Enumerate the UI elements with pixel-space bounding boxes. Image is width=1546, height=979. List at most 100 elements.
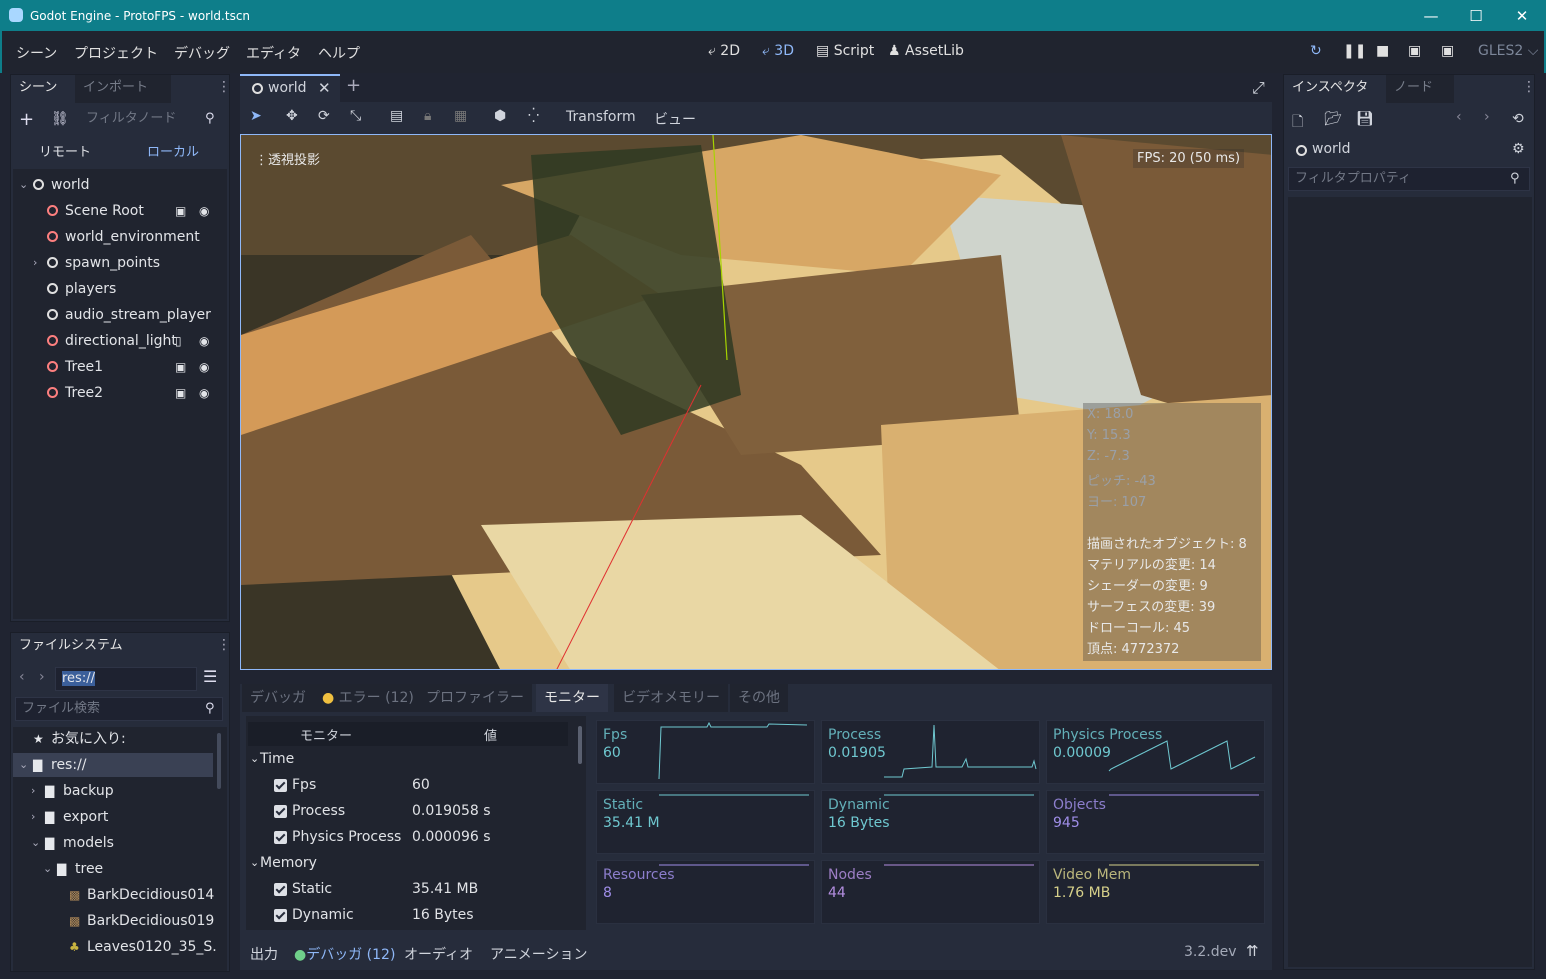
- select-tool-icon[interactable]: ➤: [250, 108, 262, 124]
- tab-scene[interactable]: シーン: [11, 75, 66, 103]
- remote-button[interactable]: リモート: [39, 141, 91, 160]
- scene-icon[interactable]: ▣: [175, 381, 186, 405]
- scene-icon[interactable]: ▣: [175, 199, 186, 223]
- debugger-tab[interactable]: ●デバッガ (12): [294, 944, 395, 964]
- play-button[interactable]: ↻: [1310, 43, 1322, 59]
- visibility-icon[interactable]: ◉: [199, 199, 209, 223]
- list-select-icon[interactable]: ▤: [390, 108, 403, 124]
- distraction-free-icon[interactable]: ⤢: [1252, 78, 1265, 98]
- menu-debug[interactable]: デバッグ: [174, 43, 230, 63]
- monitor-item[interactable]: Fps 60: [246, 772, 576, 798]
- monitor-graph[interactable]: Resources 8: [596, 860, 815, 924]
- scale-tool-icon[interactable]: ⤡: [350, 108, 361, 124]
- view-menu[interactable]: ビュー: [654, 109, 696, 129]
- group-icon[interactable]: ▦: [454, 108, 467, 124]
- scene-icon[interactable]: ▣: [175, 355, 186, 379]
- monitor-item[interactable]: Dynamic 16 Bytes: [246, 902, 576, 928]
- checkbox[interactable]: [274, 909, 287, 922]
- file-item[interactable]: ⌄ ▇ models: [13, 831, 213, 855]
- visibility-icon[interactable]: ◉: [199, 329, 209, 353]
- tree-node[interactable]: Tree2 ▣ ◉: [13, 381, 227, 405]
- file-item[interactable]: ▩ BarkDecidious014: [13, 883, 214, 907]
- monitor-graph[interactable]: Static 35.41 M: [596, 790, 815, 854]
- checkbox[interactable]: [274, 779, 287, 792]
- debugger-tab-item[interactable]: デバッガ: [242, 684, 314, 712]
- debugger-tab-item[interactable]: その他: [730, 684, 788, 712]
- close-window-button[interactable]: ✕: [1499, 0, 1545, 31]
- snap-icon[interactable]: ⁛: [528, 108, 539, 124]
- script-icon[interactable]: ▯: [175, 329, 182, 353]
- workspace-3d-button[interactable]: ⤶ 3D: [762, 43, 794, 59]
- tab-node[interactable]: ノード: [1386, 75, 1454, 103]
- tree-node[interactable]: Tree1 ▣ ◉: [13, 355, 227, 379]
- pause-button[interactable]: ❚❚: [1343, 43, 1366, 59]
- tree-node[interactable]: directional_light ▯ ◉: [13, 329, 227, 353]
- expand-arrow-icon[interactable]: ›: [31, 805, 35, 829]
- dock-menu-icon[interactable]: ⋮: [217, 79, 231, 95]
- file-item[interactable]: ▩ BarkDecidious019: [13, 909, 214, 933]
- debugger-tab-item[interactable]: モニター: [536, 684, 608, 712]
- audio-tab[interactable]: オーディオ: [404, 944, 473, 964]
- expand-arrow-icon[interactable]: ⌄: [250, 850, 259, 876]
- file-search-input[interactable]: ファイル検索: [15, 697, 223, 721]
- new-scene-tab-button[interactable]: +: [346, 75, 361, 96]
- tree-node[interactable]: players: [13, 277, 227, 301]
- filter-properties-input[interactable]: フィルタプロパティ: [1288, 167, 1530, 191]
- maximize-button[interactable]: ☐: [1453, 0, 1499, 31]
- save-icon[interactable]: 💾︎: [1356, 111, 1374, 127]
- monitor-graph[interactable]: Physics Process 0.00009: [1046, 720, 1265, 784]
- monitor-graph[interactable]: Objects 945: [1046, 790, 1265, 854]
- play-scene-button[interactable]: ▣: [1408, 43, 1421, 59]
- animation-tab[interactable]: アニメーション: [490, 944, 587, 964]
- output-tab[interactable]: 出力: [250, 944, 278, 964]
- object-settings-icon[interactable]: ⚙︎: [1512, 141, 1525, 157]
- file-item[interactable]: ★ お気に入り:: [13, 727, 213, 751]
- tree-node[interactable]: Scene Root ▣ ◉: [13, 199, 227, 223]
- expand-arrow-icon[interactable]: ›: [31, 779, 35, 803]
- expand-arrow-icon[interactable]: ⌄: [19, 753, 28, 777]
- expand-arrow-icon[interactable]: ⌄: [31, 831, 40, 855]
- dock-menu-icon[interactable]: ⋮: [217, 637, 231, 653]
- monitor-graph[interactable]: Dynamic 16 Bytes: [821, 790, 1040, 854]
- monitor-item[interactable]: Static 35.41 MB: [246, 876, 576, 902]
- workspace-2d-button[interactable]: ⤶ 2D: [708, 43, 740, 59]
- file-item[interactable]: ⌄ ▇ res://: [13, 753, 213, 777]
- monitor-graph[interactable]: Process 0.01905: [821, 720, 1040, 784]
- menu-help[interactable]: ヘルプ: [318, 43, 360, 63]
- history-forward-icon[interactable]: ›: [1484, 109, 1490, 125]
- tab-inspector[interactable]: インスペクタ: [1284, 75, 1386, 103]
- file-item[interactable]: ♣ Leaves0120_35_S.: [13, 935, 217, 959]
- local-button[interactable]: ローカル: [147, 141, 199, 160]
- back-icon[interactable]: ‹: [19, 669, 25, 685]
- file-tree-scrollbar[interactable]: [217, 733, 221, 789]
- workspace-script-button[interactable]: ▤ Script: [816, 43, 874, 59]
- stop-button[interactable]: ■: [1376, 43, 1389, 59]
- new-resource-icon[interactable]: 🗋︎: [1292, 111, 1303, 135]
- filter-nodes-input[interactable]: フィルタノード: [79, 107, 223, 131]
- monitor-graph[interactable]: Fps 60: [596, 720, 815, 784]
- checkbox[interactable]: [274, 805, 287, 818]
- monitor-scrollbar[interactable]: [578, 726, 582, 764]
- file-item[interactable]: ⌄ ▇ tree: [13, 857, 213, 881]
- file-item[interactable]: › ▇ backup: [13, 779, 213, 803]
- dock-menu-icon[interactable]: ⋮: [1522, 79, 1536, 95]
- monitor-item[interactable]: Physics Process 0.000096 s: [246, 824, 576, 850]
- monitor-graph[interactable]: Nodes 44: [821, 860, 1040, 924]
- expand-arrow-icon[interactable]: ⌄: [43, 857, 52, 881]
- open-folder-icon[interactable]: 📂︎: [1324, 111, 1342, 127]
- menu-editor[interactable]: エディタ: [246, 43, 301, 63]
- minimize-button[interactable]: —: [1408, 0, 1454, 31]
- expand-arrow-icon[interactable]: ›: [33, 251, 37, 275]
- split-view-icon[interactable]: ☰: [203, 667, 217, 686]
- debugger-tab-item[interactable]: ● エラー (12): [314, 684, 422, 712]
- tree-node[interactable]: › spawn_points: [13, 251, 227, 275]
- rotate-tool-icon[interactable]: ⟳: [318, 108, 330, 124]
- tab-import[interactable]: インポート: [75, 75, 171, 103]
- debugger-tab-item[interactable]: プロファイラー: [418, 684, 532, 712]
- menu-project[interactable]: プロジェクト: [74, 43, 158, 63]
- local-space-icon[interactable]: ⬢: [494, 108, 506, 124]
- play-custom-scene-button[interactable]: ▣: [1441, 43, 1454, 59]
- close-tab-icon[interactable]: ✕: [318, 79, 331, 97]
- monitor-group[interactable]: ⌄ Memory: [246, 850, 576, 876]
- monitor-graph[interactable]: Video Mem 1.76 MB: [1046, 860, 1265, 924]
